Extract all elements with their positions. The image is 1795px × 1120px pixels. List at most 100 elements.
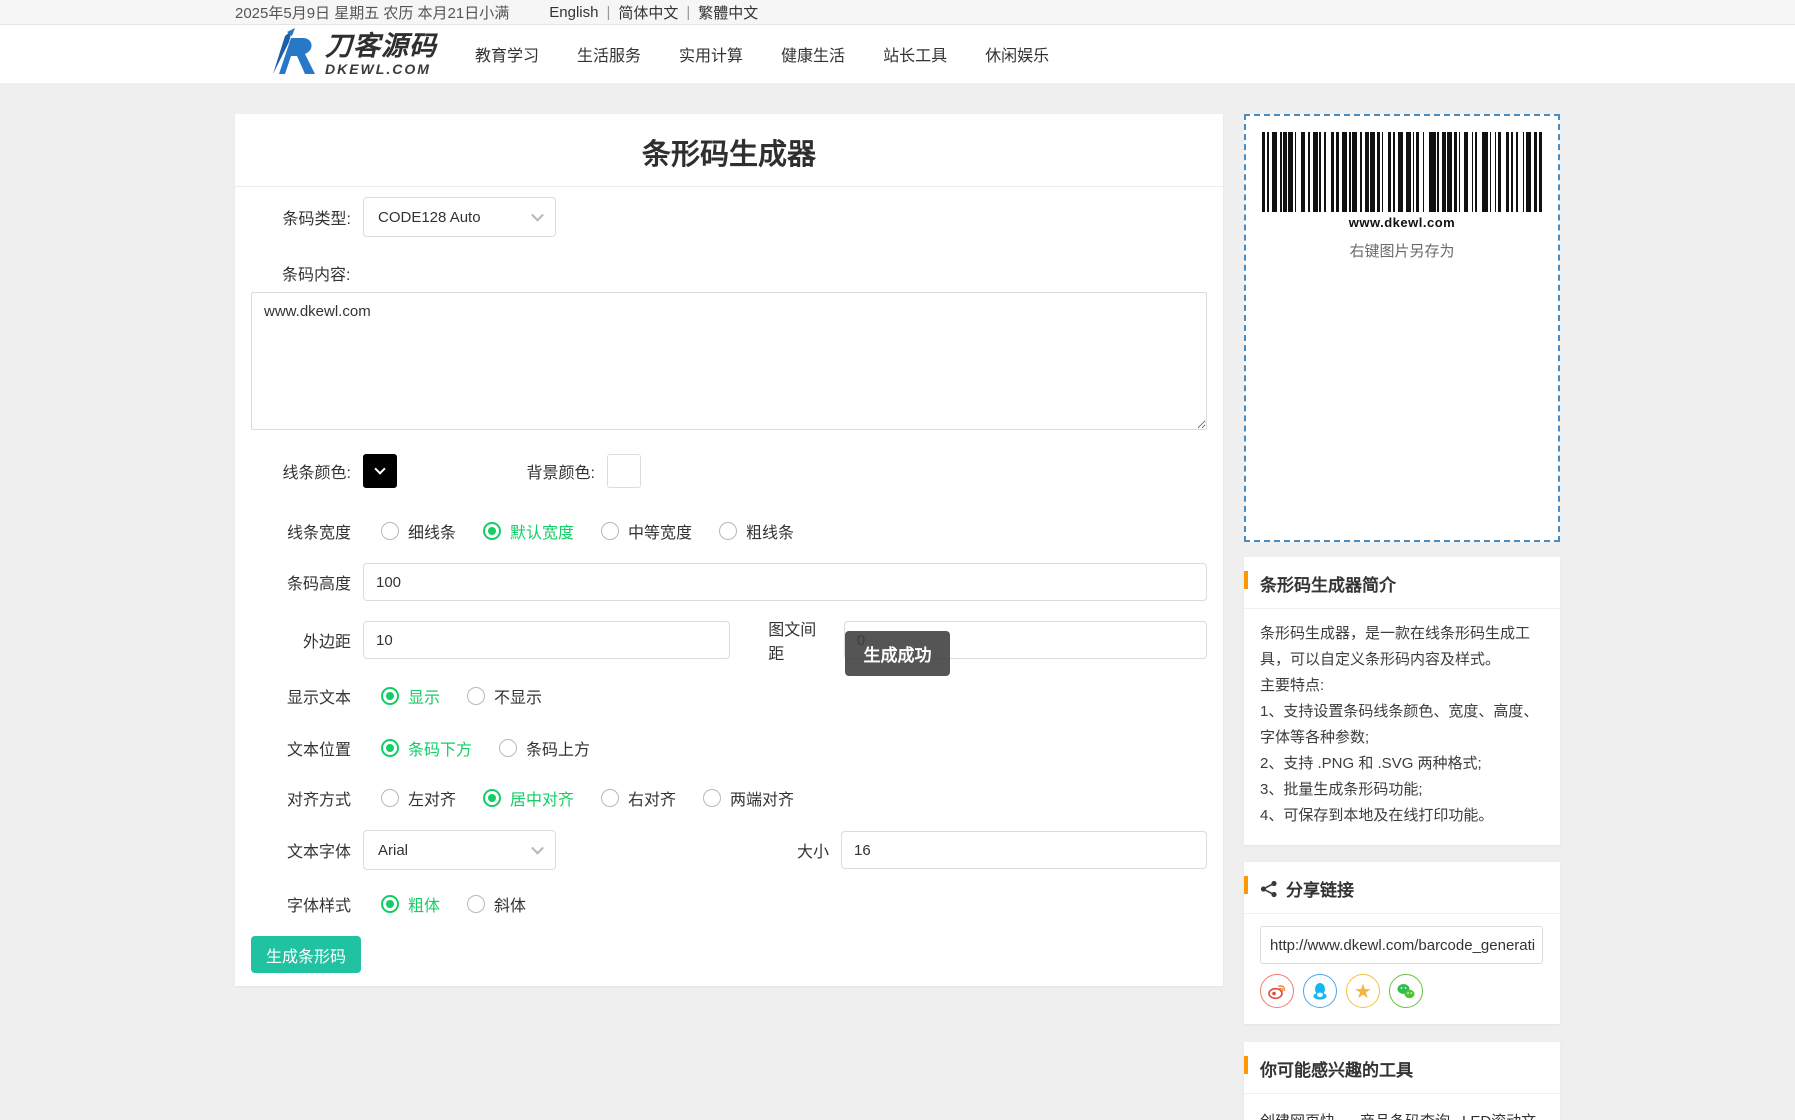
radio-circle — [467, 895, 485, 913]
tool-link-webpage-shortcut[interactable]: 创建网页快... — [1260, 1110, 1360, 1120]
top-info-bar: 2025年5月9日 星期五 农历 本月21日小满 English | 简体中文 … — [0, 0, 1795, 25]
radio-circle — [483, 522, 501, 540]
tools-panel: 你可能感兴趣的工具 创建网页快... 商品条码查询 LED滚动文... 诗文起名… — [1244, 1042, 1560, 1120]
nav-item-life[interactable]: 生活服务 — [575, 36, 643, 72]
radio-circle — [467, 687, 485, 705]
intro-panel-body: 条形码生成器，是一款在线条形码生成工具，可以自定义条形码内容及样式。 主要特点:… — [1260, 621, 1544, 829]
font-value: Arial — [378, 842, 408, 859]
barcode-bars — [1262, 132, 1542, 212]
line-width-label: 线条宽度 — [251, 519, 351, 543]
show-text-label: 显示文本 — [251, 684, 351, 708]
radio-label: 粗体 — [408, 892, 440, 916]
share-panel-title: 分享链接 — [1286, 876, 1354, 901]
radio-label: 条码上方 — [526, 736, 590, 760]
separator: | — [686, 4, 690, 21]
radio-circle — [601, 789, 619, 807]
lang-traditional-chinese[interactable]: 繁體中文 — [698, 2, 758, 23]
radio-thin-line[interactable]: 细线条 — [381, 519, 456, 543]
chevron-down-icon — [531, 209, 544, 222]
main-nav: 教育学习 生活服务 实用计算 健康生活 站长工具 休闲娱乐 — [473, 36, 1051, 72]
font-style-options: 粗体 斜体 — [363, 892, 526, 916]
lang-english[interactable]: English — [549, 4, 598, 21]
wechat-icon[interactable] — [1389, 974, 1423, 1008]
radio-medium-width[interactable]: 中等宽度 — [601, 519, 692, 543]
radio-italic[interactable]: 斜体 — [467, 892, 526, 916]
radio-hide[interactable]: 不显示 — [467, 684, 542, 708]
radio-below-barcode[interactable]: 条码下方 — [381, 736, 472, 760]
radio-default-width[interactable]: 默认宽度 — [483, 519, 574, 543]
radio-circle — [381, 789, 399, 807]
radio-label: 居中对齐 — [510, 786, 574, 810]
intro-panel: 条形码生成器简介 条形码生成器，是一款在线条形码生成工具，可以自定义条形码内容及… — [1244, 557, 1560, 845]
radio-show[interactable]: 显示 — [381, 684, 440, 708]
radio-label: 两端对齐 — [730, 786, 794, 810]
radio-circle — [381, 895, 399, 913]
logo-subtitle: DKEWL.COM — [325, 62, 437, 76]
radio-circle — [719, 522, 737, 540]
radio-label: 粗线条 — [746, 519, 794, 543]
font-size-value: 16 — [854, 842, 871, 859]
logo-title: 刀客源码 — [325, 33, 437, 60]
radio-align-left[interactable]: 左对齐 — [381, 786, 456, 810]
share-url-value: http://www.dkewl.com/barcode_generati — [1270, 937, 1535, 954]
radio-align-right[interactable]: 右对齐 — [601, 786, 676, 810]
align-options: 左对齐 居中对齐 右对齐 两端对齐 — [363, 786, 794, 810]
language-switcher: English | 简体中文 | 繁體中文 — [549, 2, 758, 23]
barcode-form: 条码类型: CODE128 Auto 条码内容: www.dkewl.com 线… — [235, 187, 1223, 986]
radio-bold[interactable]: 粗体 — [381, 892, 440, 916]
radio-above-barcode[interactable]: 条码上方 — [499, 736, 590, 760]
barcode-height-input[interactable]: 100 — [363, 563, 1207, 601]
font-select[interactable]: Arial — [363, 830, 556, 870]
barcode-content-input[interactable]: www.dkewl.com — [251, 292, 1207, 430]
image-text-gap-label: 图文间距 — [768, 616, 832, 664]
radio-align-justify[interactable]: 两端对齐 — [703, 786, 794, 810]
font-size-label: 大小 — [797, 838, 829, 862]
barcode-type-select[interactable]: CODE128 Auto — [363, 197, 556, 237]
radio-circle — [483, 789, 501, 807]
qzone-icon[interactable]: ★ — [1346, 974, 1380, 1008]
font-size-input[interactable]: 16 — [841, 831, 1207, 869]
radio-label: 左对齐 — [408, 786, 456, 810]
radio-circle — [601, 522, 619, 540]
nav-item-webmaster[interactable]: 站长工具 — [881, 36, 949, 72]
align-label: 对齐方式 — [251, 786, 351, 810]
nav-item-health[interactable]: 健康生活 — [779, 36, 847, 72]
line-color-picker[interactable] — [363, 454, 397, 488]
radio-thick-line[interactable]: 粗线条 — [719, 519, 794, 543]
line-width-options: 细线条 默认宽度 中等宽度 粗线条 — [363, 519, 794, 543]
tools-grid: 创建网页快... 商品条码查询 LED滚动文... 诗文起名 在线闹钟 二十四节… — [1244, 1094, 1560, 1120]
nav-item-leisure[interactable]: 休闲娱乐 — [983, 36, 1051, 72]
share-url-input[interactable]: http://www.dkewl.com/barcode_generati — [1260, 926, 1543, 964]
text-position-label: 文本位置 — [251, 736, 351, 760]
barcode-content-label: 条码内容: — [251, 261, 1207, 285]
font-label: 文本字体 — [251, 838, 351, 862]
page-title: 条形码生成器 — [235, 114, 1223, 186]
weibo-icon[interactable] — [1260, 974, 1294, 1008]
font-style-label: 字体样式 — [251, 892, 351, 916]
radio-label: 不显示 — [494, 684, 542, 708]
nav-item-education[interactable]: 教育学习 — [473, 36, 541, 72]
line-color-label: 线条颜色: — [251, 459, 351, 483]
radio-align-center[interactable]: 居中对齐 — [483, 786, 574, 810]
outer-margin-input[interactable]: 10 — [363, 621, 730, 659]
qq-icon[interactable] — [1303, 974, 1337, 1008]
barcode-type-label: 条码类型: — [251, 205, 351, 229]
barcode-preview-box[interactable]: www.dkewl.com 右键图片另存为 — [1244, 114, 1560, 542]
share-icon — [1260, 880, 1278, 898]
barcode-generator-card: 条形码生成器 条码类型: CODE128 Auto 条码内容: www.dkew… — [235, 114, 1223, 986]
radio-circle — [381, 687, 399, 705]
tool-link-led-scrolling-text[interactable]: LED滚动文... — [1462, 1110, 1550, 1120]
success-toast: 生成成功 — [845, 631, 950, 676]
lang-simplified-chinese[interactable]: 简体中文 — [618, 2, 678, 23]
radio-label: 细线条 — [408, 519, 456, 543]
bg-color-picker[interactable] — [607, 454, 641, 488]
text-position-options: 条码下方 条码上方 — [363, 736, 590, 760]
show-text-options: 显示 不显示 — [363, 684, 542, 708]
site-header: 刀客源码 DKEWL.COM 教育学习 生活服务 实用计算 健康生活 站长工具 … — [0, 25, 1795, 84]
preview-caption: 右键图片另存为 — [1246, 240, 1558, 261]
nav-item-calc[interactable]: 实用计算 — [677, 36, 745, 72]
site-logo[interactable]: 刀客源码 DKEWL.COM — [265, 28, 437, 81]
tool-link-product-barcode-query[interactable]: 商品条码查询 — [1360, 1110, 1462, 1120]
bg-color-label: 背景颜色: — [515, 459, 595, 483]
generate-barcode-button[interactable]: 生成条形码 — [251, 936, 361, 973]
